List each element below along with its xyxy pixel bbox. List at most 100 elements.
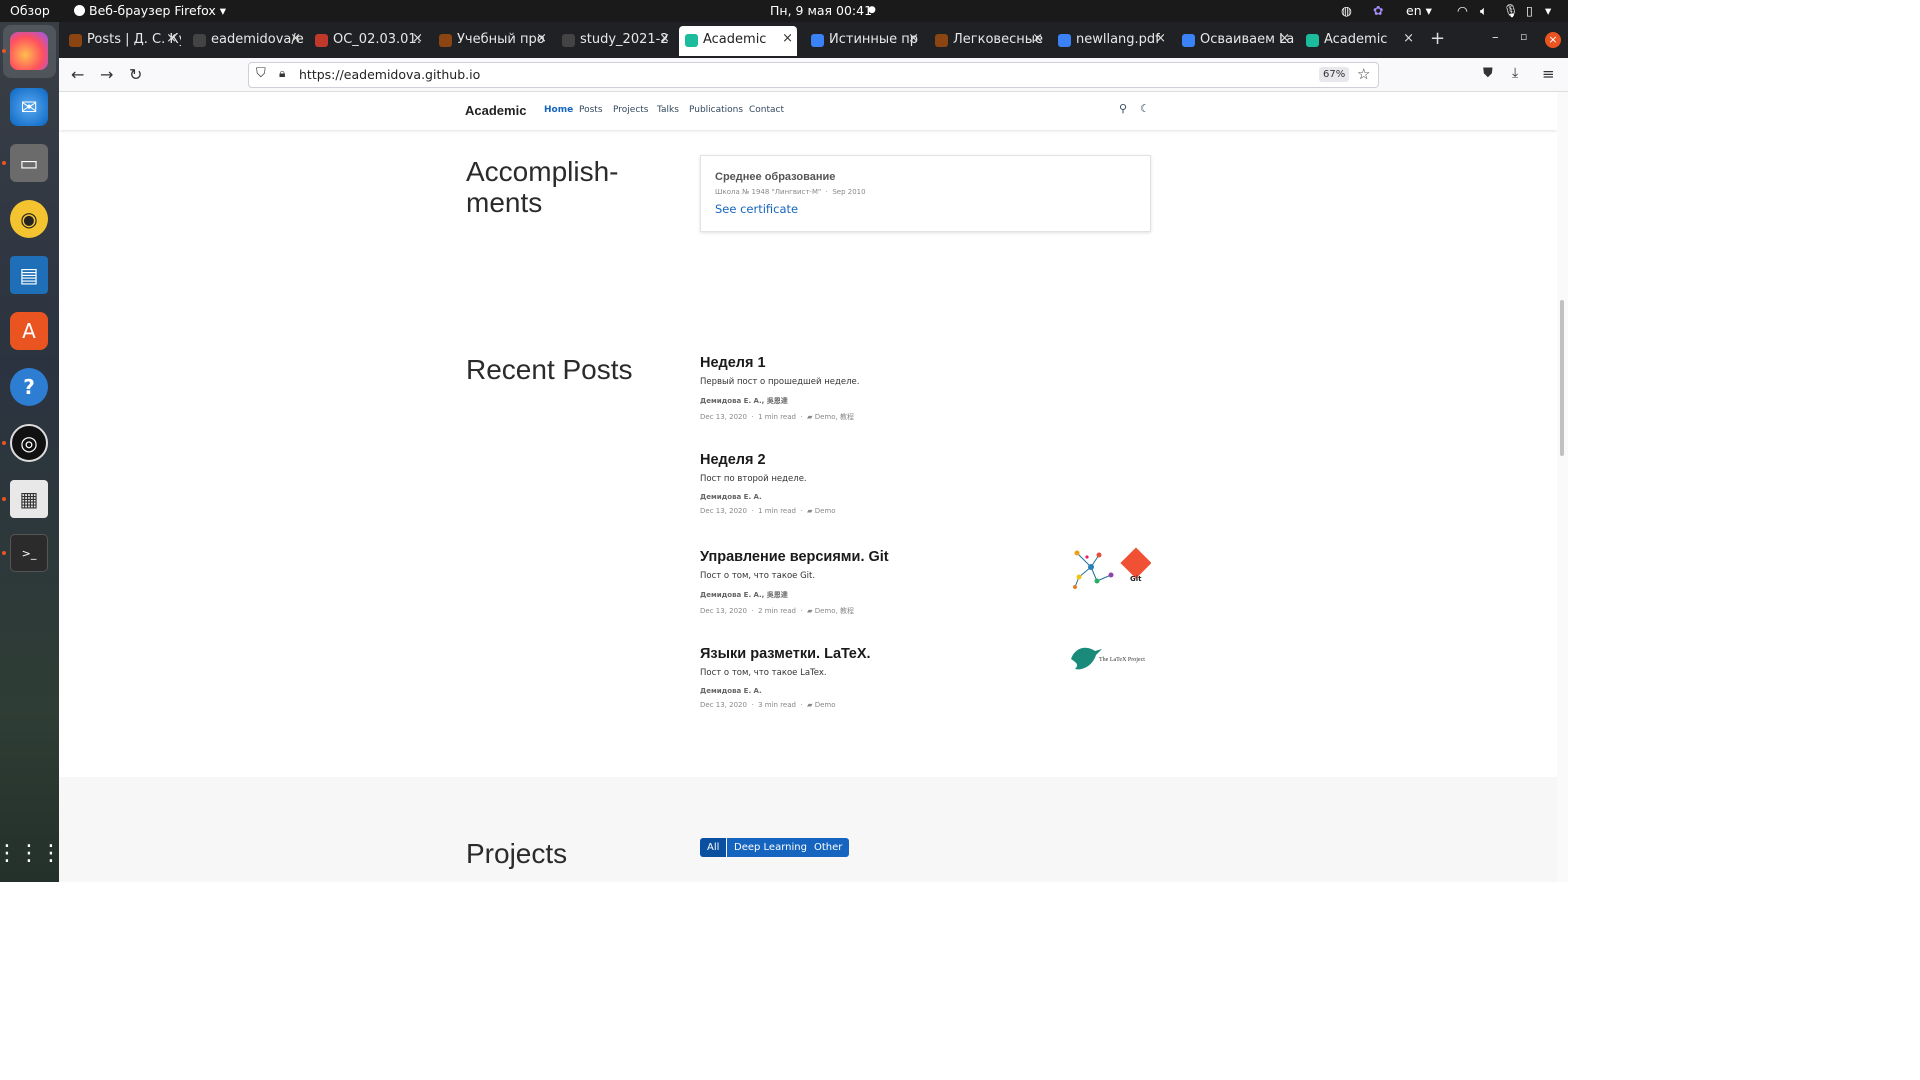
post-item: Неделя 2 Пост по второй неделе. Демидова Е…: [700, 452, 1160, 515]
rhythmbox-icon[interactable]: ◉: [10, 200, 48, 238]
tab-5[interactable]: study_2021-2 ×: [556, 26, 674, 56]
wifi-icon[interactable]: ◠: [1457, 3, 1468, 18]
site-brand[interactable]: Academic: [465, 103, 526, 118]
dark-mode-icon[interactable]: ☾: [1140, 102, 1150, 115]
forward-button[interactable]: →: [100, 65, 113, 84]
git-thumbnail[interactable]: Git: [1069, 547, 1152, 592]
close-tab-icon[interactable]: ×: [659, 31, 670, 46]
status-icon-2[interactable]: ✿: [1373, 3, 1383, 18]
volume-icon[interactable]: 🔈︎: [1480, 3, 1488, 19]
scrollbar-thumb[interactable]: [1560, 300, 1564, 456]
running-indicator: [2, 49, 6, 53]
post-reading-time: 2 min read: [758, 607, 796, 615]
writer-icon[interactable]: ▤: [10, 256, 48, 294]
nav-home[interactable]: Home: [544, 105, 573, 115]
tab-label: study_2021-2: [580, 32, 669, 47]
minimize-button[interactable]: –: [1492, 30, 1499, 45]
document-viewer-icon[interactable]: ▦: [10, 480, 48, 518]
status-icon-1[interactable]: ◍: [1341, 3, 1352, 18]
accomplishments-heading-line2: ments: [466, 187, 543, 218]
back-button[interactable]: ←: [71, 65, 84, 84]
post-title[interactable]: Неделя 1: [700, 355, 1160, 371]
nav-publications[interactable]: Publications: [689, 105, 743, 115]
post-categories[interactable]: Demo: [815, 701, 836, 709]
nav-talks[interactable]: Talks: [657, 105, 679, 115]
downloads-icon[interactable]: ⤓: [1512, 65, 1518, 81]
close-tab-icon[interactable]: ×: [1279, 31, 1290, 46]
url-text[interactable]: https://eademidova.github.io: [299, 67, 480, 82]
clock[interactable]: Пн, 9 мая 00:41: [770, 3, 872, 18]
show-apps-icon[interactable]: ⋮⋮⋮: [0, 834, 62, 872]
battery-icon[interactable]: ▯: [1526, 3, 1533, 18]
thunderbird-icon[interactable]: ✉: [10, 88, 48, 126]
microphone-icon[interactable]: 🎙︎: [1503, 3, 1519, 19]
close-tab-icon[interactable]: ×: [782, 31, 793, 46]
nav-posts[interactable]: Posts: [579, 105, 603, 115]
tab-2[interactable]: eademidova/e ×: [187, 26, 305, 56]
menu-icon[interactable]: ≡: [1542, 65, 1555, 83]
lock-icon[interactable]: 🔒︎: [279, 66, 285, 81]
close-tab-icon[interactable]: ×: [290, 31, 301, 46]
firefox-icon[interactable]: [10, 32, 48, 70]
accomplishment-org: Школа № 1948 "Лингвист-М": [715, 188, 822, 196]
tab-9[interactable]: newllang.pdf ×: [1052, 26, 1170, 56]
close-tab-icon[interactable]: ×: [536, 31, 547, 46]
maximize-button[interactable]: ▫: [1520, 30, 1527, 43]
close-tab-icon[interactable]: ×: [1403, 31, 1414, 46]
close-window-button[interactable]: ×: [1545, 32, 1561, 48]
tab-label: ОС_02.03.01:: [333, 32, 422, 47]
search-icon[interactable]: ⚲: [1119, 102, 1127, 115]
reload-button[interactable]: ↻: [129, 65, 142, 84]
post-authors[interactable]: Демидова Е. А.: [700, 687, 1160, 695]
terminal-icon[interactable]: >_: [10, 534, 48, 572]
obs-icon[interactable]: ◎: [10, 424, 48, 462]
software-icon[interactable]: A: [10, 312, 48, 350]
post-date: Dec 13, 2020: [700, 701, 747, 709]
shield-icon[interactable]: ⛉: [256, 66, 266, 81]
new-tab-button[interactable]: +: [1430, 28, 1445, 49]
post-authors[interactable]: Демидова Е. А.: [700, 493, 1160, 501]
tab-3[interactable]: ОС_02.03.01: ×: [309, 26, 427, 56]
tab-6[interactable]: Academic ×: [679, 26, 797, 56]
app-menu[interactable]: Веб-браузер Firefox ▾: [74, 3, 226, 18]
nav-projects[interactable]: Projects: [613, 105, 648, 115]
help-icon[interactable]: ?: [10, 368, 48, 406]
files-icon[interactable]: ▭: [10, 144, 48, 182]
post-categories[interactable]: Demo, 教程: [815, 607, 854, 615]
tab-4[interactable]: Учебный про ×: [433, 26, 551, 56]
filter-all-button[interactable]: All: [700, 838, 727, 857]
post-date: Dec 13, 2020: [700, 413, 747, 421]
url-bar[interactable]: ⛉ 🔒︎ https://eademidova.github.io 67% ☆: [248, 62, 1379, 88]
latex-thumbnail[interactable]: The LaTeX Project: [1069, 643, 1151, 677]
close-tab-icon[interactable]: ×: [412, 31, 423, 46]
close-tab-icon[interactable]: ×: [166, 31, 177, 46]
tab-1[interactable]: Posts | Д. С. Ку ×: [63, 26, 181, 56]
close-tab-icon[interactable]: ×: [908, 31, 919, 46]
tab-8[interactable]: Легковесные ×: [929, 26, 1047, 56]
post-title[interactable]: Неделя 2: [700, 452, 1160, 468]
see-certificate-link[interactable]: See certificate: [715, 202, 798, 216]
close-tab-icon[interactable]: ×: [1032, 31, 1043, 46]
tab-bar: Posts | Д. С. Ку × eademidova/e × ОС_02.03.0…: [59, 22, 1568, 58]
accomplishments-heading-line1: Accomplish-: [466, 156, 619, 187]
filter-other-button[interactable]: Other: [807, 838, 850, 857]
tab-7[interactable]: Истинные пр ×: [805, 26, 923, 56]
post-categories[interactable]: Demo: [815, 507, 836, 515]
activities-button[interactable]: Обзор: [10, 3, 50, 18]
tab-10[interactable]: Осваиваем La ×: [1176, 26, 1294, 56]
caret-down-icon[interactable]: ▾: [1545, 3, 1551, 18]
post-authors[interactable]: Демидова Е. А., 吳恩達: [700, 396, 1160, 406]
filter-deep-learning-button[interactable]: Deep Learning: [727, 838, 814, 857]
keyboard-layout[interactable]: en ▾: [1406, 3, 1432, 18]
pocket-icon[interactable]: ⛊: [1483, 66, 1493, 81]
zoom-indicator[interactable]: 67%: [1319, 67, 1350, 82]
page-scrollbar[interactable]: [1557, 92, 1568, 882]
accomplishment-date: Sep 2010: [832, 188, 866, 196]
projects-heading: Projects: [466, 838, 568, 869]
post-categories[interactable]: Demo, 教程: [815, 413, 854, 421]
nav-contact[interactable]: Contact: [749, 105, 784, 115]
close-tab-icon[interactable]: ×: [1155, 31, 1166, 46]
tab-11[interactable]: Academic ×: [1300, 26, 1418, 56]
bookmark-star-icon[interactable]: ☆: [1357, 65, 1370, 83]
post-meta: Dec 13, 2020 · 1 min read · ▰ Demo, 教程: [700, 413, 854, 421]
